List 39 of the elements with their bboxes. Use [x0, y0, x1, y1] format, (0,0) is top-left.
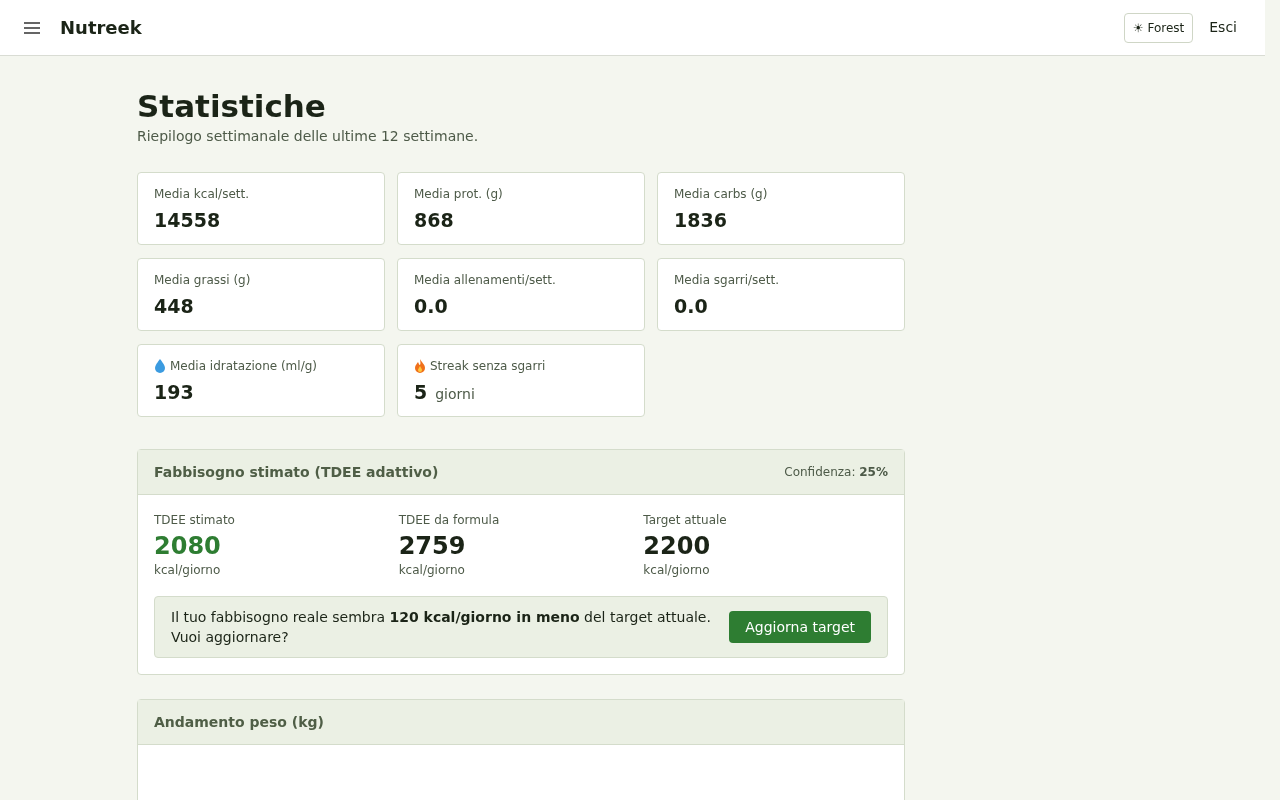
page-title: Statistiche — [137, 88, 327, 124]
stat-label: Media carbs (g) — [674, 186, 768, 203]
stat-value: 868 — [414, 208, 454, 233]
stat-label: Streak senza sgarri — [430, 358, 546, 375]
metric-label: TDEE stimato — [154, 512, 236, 529]
stat-value: 5 — [414, 380, 428, 405]
metric-unit: kcal/giorno — [643, 562, 711, 579]
panel-title: Fabbisogno stimato (TDEE adattivo) — [154, 462, 439, 482]
flame-icon — [414, 359, 426, 373]
stat-label: Media idratazione (ml/g) — [170, 358, 317, 375]
stat-value: 1836 — [674, 208, 727, 233]
metric-label: Target attuale — [643, 512, 728, 529]
brand-name[interactable]: Nutreek — [60, 14, 142, 41]
metric-value: 2080 — [154, 531, 221, 561]
metric-value: 2759 — [398, 531, 466, 561]
panel-title: Andamento peso (kg) — [154, 712, 324, 732]
stat-value: 0.0 — [414, 294, 448, 319]
update-target-button[interactable]: Aggiorna target — [729, 611, 871, 643]
logout-button[interactable]: Esci — [1205, 17, 1241, 38]
stat-label: Media prot. (g) — [414, 186, 503, 203]
droplet-icon — [154, 359, 166, 373]
stat-value: 14558 — [154, 208, 221, 233]
metric-unit: kcal/giorno — [154, 562, 222, 579]
metric-label: TDEE da formula — [398, 512, 501, 529]
stat-label: Media allenamenti/sett. — [414, 272, 556, 289]
suggestion-text: Il tuo fabbisogno reale sembra 120 kcal/giorno in meno del target attuale. Vuoi aggiornare? — [171, 608, 712, 647]
stat-value: 0.0 — [674, 294, 708, 319]
stat-label: Media sgarri/sett. — [674, 272, 779, 289]
theme-button[interactable]: ☀ Forest — [1123, 12, 1194, 43]
stat-label: Media kcal/sett. — [154, 186, 249, 203]
stat-unit: giorni — [435, 385, 475, 404]
confidence-text: Confidenza: 25% — [784, 464, 888, 481]
stat-value: 448 — [154, 294, 194, 319]
page-subtitle: Riepilogo settimanale delle ultime 12 settimane. — [137, 127, 480, 146]
stat-label: Media grassi (g) — [154, 272, 251, 289]
metric-value: 2200 — [643, 531, 711, 561]
stat-value: 193 — [154, 380, 194, 405]
menu-icon[interactable] — [24, 21, 40, 34]
metric-unit: kcal/giorno — [398, 562, 466, 579]
